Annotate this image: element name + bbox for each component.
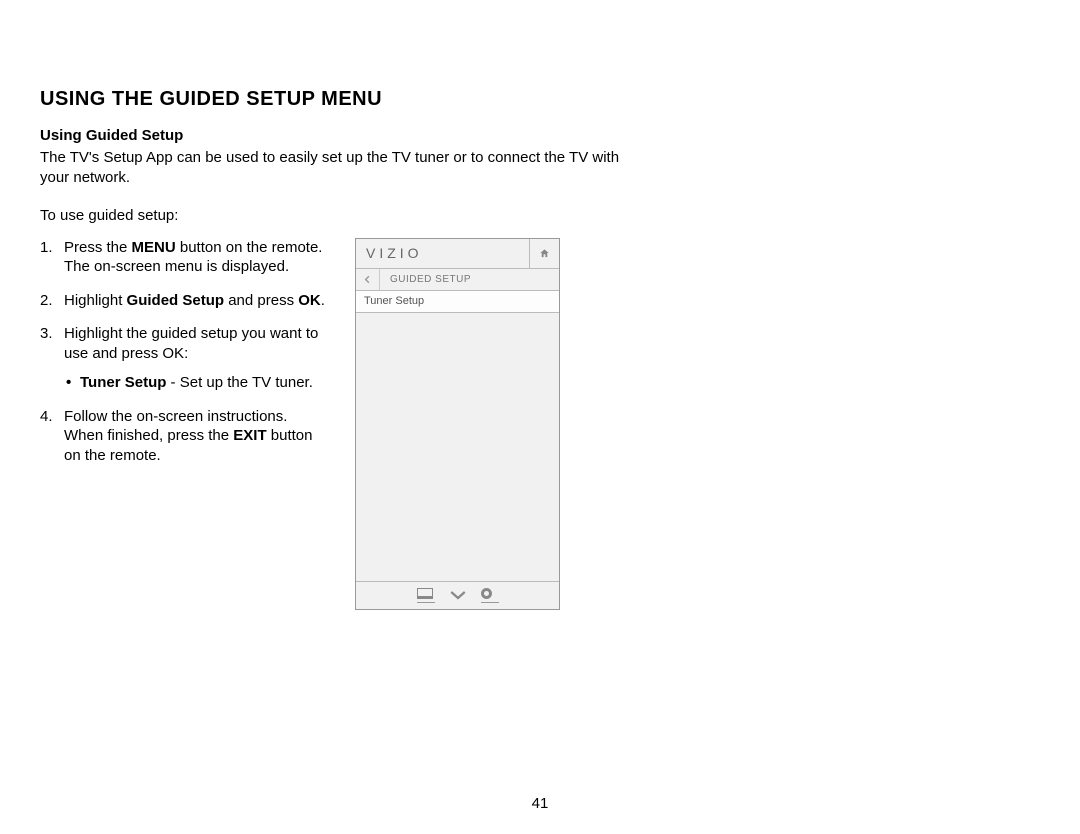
intro-text: The TV's Setup App can be used to easily… <box>40 148 620 189</box>
tv-menu-body <box>356 313 559 581</box>
chevron-down-icon <box>449 589 467 601</box>
step-2-bold-ok: OK <box>298 292 321 309</box>
tv-menu-header: VIZIO <box>356 239 559 269</box>
step-1-bold-menu: MENU <box>132 239 176 256</box>
page-number: 41 <box>0 795 1080 812</box>
instructions-column: Press the MENU button on the remote. The… <box>40 238 325 480</box>
step-2-text-mid: and press <box>224 292 298 309</box>
tv-menu-screenshot: VIZIO GUIDED SETUP Tuner Setup <box>355 238 560 610</box>
tv-breadcrumb: GUIDED SETUP <box>356 269 559 291</box>
step-2-text-post: . <box>321 292 325 309</box>
step-3-sub-post: - Set up the TV tuner. <box>166 374 312 391</box>
lead-text: To use guided setup: <box>40 207 1040 224</box>
step-1-text-pre: Press the <box>64 239 132 256</box>
step-3-sub-tuner: Tuner Setup - Set up the TV tuner. <box>64 373 325 393</box>
back-icon <box>356 269 380 290</box>
step-3: Highlight the guided setup you want to u… <box>40 324 325 393</box>
step-2-text-pre: Highlight <box>64 292 127 309</box>
step-1: Press the MENU button on the remote. The… <box>40 238 325 277</box>
section-title: USING THE GUIDED SETUP MENU <box>40 88 1040 111</box>
step-2-bold-guided: Guided Setup <box>127 292 225 309</box>
home-icon <box>529 239 559 268</box>
gear-icon <box>481 588 499 600</box>
step-4: Follow the on-screen instructions. When … <box>40 407 325 466</box>
screen-icon <box>417 588 435 600</box>
step-4-bold-exit: EXIT <box>233 427 266 444</box>
subsection-title: Using Guided Setup <box>40 127 1040 144</box>
tv-menu-item-tuner: Tuner Setup <box>356 291 559 313</box>
tv-breadcrumb-label: GUIDED SETUP <box>380 274 471 285</box>
step-3-text: Highlight the guided setup you want to u… <box>64 325 318 362</box>
step-2: Highlight Guided Setup and press OK. <box>40 291 325 311</box>
step-3-sub-bold: Tuner Setup <box>80 374 166 391</box>
tv-menu-footer <box>356 581 559 609</box>
tv-brand-label: VIZIO <box>356 239 529 268</box>
